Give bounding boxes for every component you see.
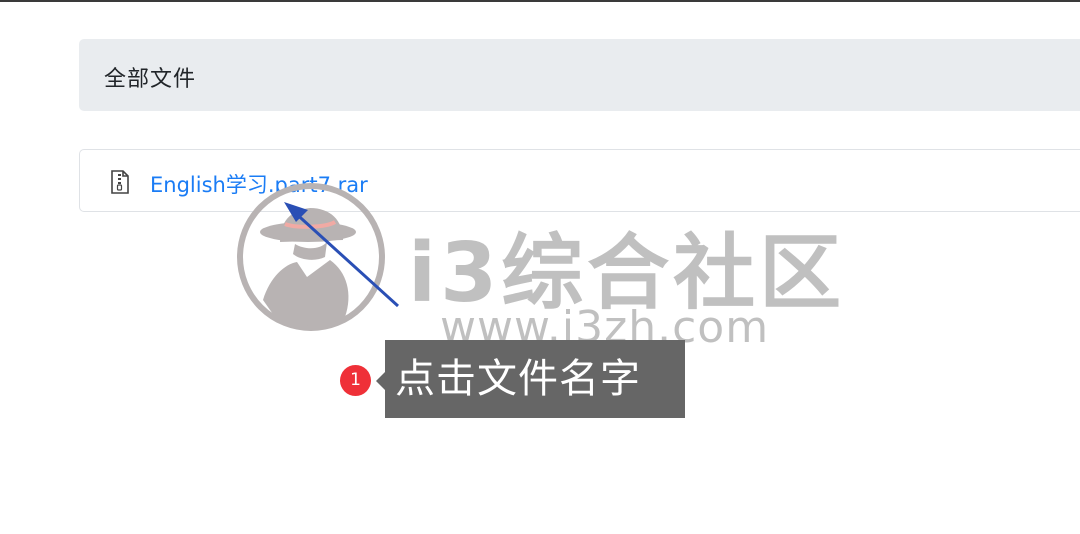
annotation-arrow <box>284 202 400 308</box>
step-badge: 1 <box>340 365 371 396</box>
annotation-callout: 点击文件名字 <box>385 340 685 418</box>
zip-file-icon <box>111 170 129 194</box>
breadcrumb-root[interactable]: 全部文件 <box>104 61 196 93</box>
top-border <box>0 0 1080 2</box>
callout-pointer <box>376 372 385 390</box>
breadcrumb: 全部文件 <box>79 39 1080 111</box>
file-list: English学习.part7.rar <box>79 149 1080 212</box>
